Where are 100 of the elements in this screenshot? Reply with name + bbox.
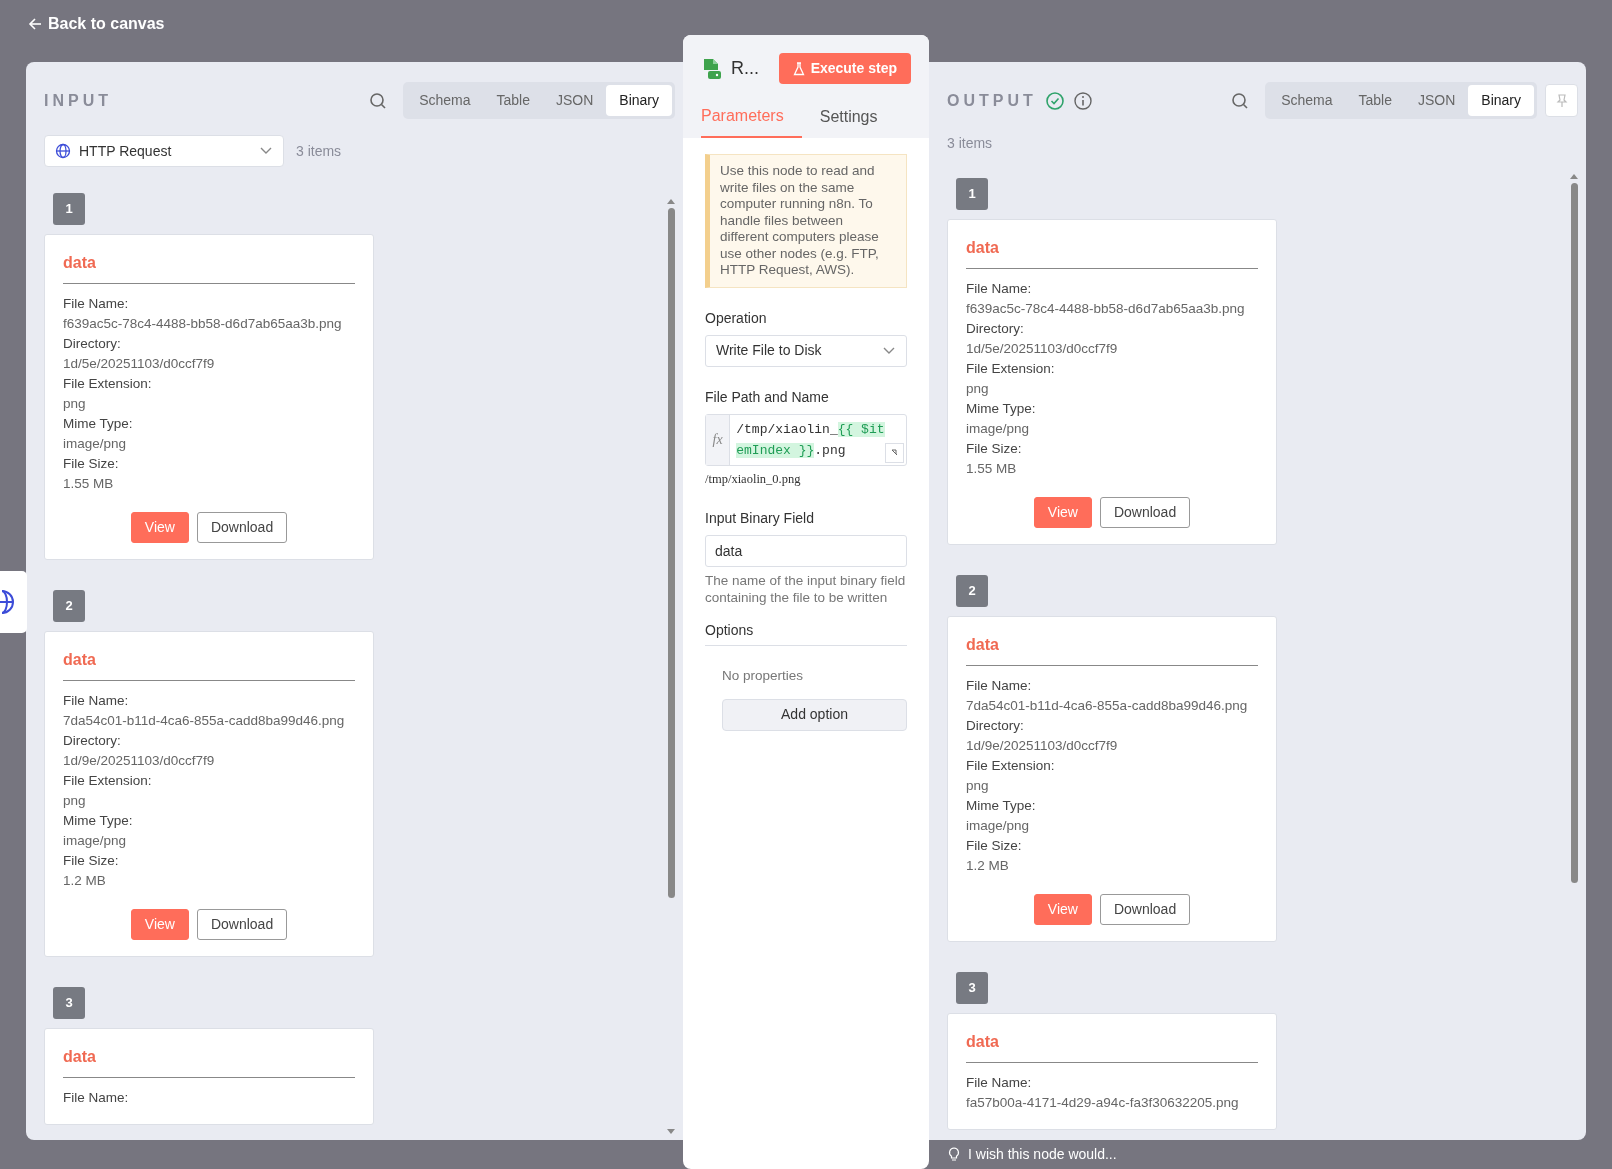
add-option-button[interactable]: Add option bbox=[722, 698, 907, 731]
info-notice: Use this node to read and write files on the same computer running n8n. To handle files between different computers please use other nodes (e.g. FTP, HTTP Request, AWS). bbox=[705, 154, 907, 288]
view-button[interactable]: View bbox=[1033, 497, 1092, 528]
field-label: File Extension: bbox=[966, 757, 1056, 775]
panel-title: INPUT bbox=[44, 90, 112, 111]
item-number-badge: 1 bbox=[53, 193, 85, 225]
view-button[interactable]: View bbox=[130, 909, 189, 940]
field-hint: The name of the input binary field containing the file to be written bbox=[705, 573, 907, 607]
flask-icon bbox=[792, 61, 805, 76]
scroll-down-icon bbox=[667, 1129, 675, 1134]
binary-key: data bbox=[966, 1030, 1258, 1063]
field-label: Mime Type: bbox=[63, 812, 134, 830]
item-number-badge: 3 bbox=[956, 972, 988, 1004]
expand-icon bbox=[889, 447, 900, 458]
back-to-canvas-link[interactable]: Back to canvas bbox=[28, 12, 165, 36]
field-value: 1d/9e/20251103/d0ccf7f9 bbox=[63, 752, 216, 770]
item-number-badge: 2 bbox=[956, 575, 988, 607]
field-label: Mime Type: bbox=[63, 415, 134, 433]
operation-select[interactable]: Write File to Disk bbox=[705, 334, 907, 367]
side-tab[interactable] bbox=[0, 571, 27, 633]
download-button[interactable]: Download bbox=[196, 512, 288, 543]
parameter-label: Options bbox=[705, 620, 907, 647]
view-button[interactable]: View bbox=[1033, 894, 1092, 925]
item-count: 3 items bbox=[296, 141, 342, 161]
view-tab[interactable]: JSON bbox=[1404, 85, 1469, 116]
field-value: fa57b00a-4171-4d29-a94c-fa3f30632205.png bbox=[966, 1094, 1240, 1112]
field-label: File Size: bbox=[966, 837, 1023, 855]
field-label: File Extension: bbox=[63, 375, 153, 393]
lightbulb-icon bbox=[948, 1146, 960, 1163]
binary-key: data bbox=[63, 1045, 355, 1078]
field-label: File Name: bbox=[63, 295, 130, 313]
field-label: File Name: bbox=[966, 677, 1033, 695]
field-value: f639ac5c-78c4-4488-bb58-d6d7ab65aa3b.png bbox=[966, 300, 1246, 318]
field-value: image/png bbox=[63, 832, 128, 850]
field-value: 1d/9e/20251103/d0ccf7f9 bbox=[966, 737, 1119, 755]
settings-tab[interactable]: Parameters bbox=[701, 96, 802, 138]
settings-tab[interactable]: Settings bbox=[801, 96, 896, 138]
scroll-up-icon bbox=[1570, 174, 1578, 179]
search-icon[interactable] bbox=[369, 91, 388, 110]
field-label: File Name: bbox=[63, 692, 130, 710]
field-value: 1.2 MB bbox=[63, 872, 107, 890]
field-label: File Size: bbox=[63, 852, 120, 870]
scroll-up-icon bbox=[667, 199, 675, 204]
field-value: image/png bbox=[966, 420, 1031, 438]
download-button[interactable]: Download bbox=[1099, 894, 1191, 925]
field-label: Mime Type: bbox=[966, 400, 1037, 418]
source-node-select[interactable]: HTTP Request bbox=[44, 135, 284, 167]
field-value: 7da54c01-b11d-4ca6-855a-cadd8ba99d46.png bbox=[966, 697, 1249, 715]
scrollbar-thumb[interactable] bbox=[667, 208, 675, 898]
view-tab[interactable]: Binary bbox=[606, 85, 672, 116]
scrollbar-thumb[interactable] bbox=[1570, 183, 1578, 883]
field-value: 1d/5e/20251103/d0ccf7f9 bbox=[63, 355, 216, 373]
field-label: File Name: bbox=[63, 1089, 130, 1107]
pin-icon bbox=[1554, 93, 1569, 108]
field-label: Directory: bbox=[966, 320, 1025, 338]
field-label: File Size: bbox=[966, 440, 1023, 458]
field-label: File Extension: bbox=[63, 772, 153, 790]
view-tab[interactable]: JSON bbox=[542, 85, 607, 116]
back-arrow-icon bbox=[28, 17, 42, 31]
field-value: png bbox=[63, 395, 87, 413]
parameter-label: File Path and Name bbox=[705, 387, 830, 407]
globe-icon bbox=[55, 143, 71, 159]
field-label: File Name: bbox=[966, 280, 1033, 298]
field-value: png bbox=[966, 380, 990, 398]
binary-field-input[interactable]: data bbox=[705, 535, 907, 568]
binary-key: data bbox=[966, 633, 1258, 666]
view-tab[interactable]: Table bbox=[483, 85, 543, 116]
field-value: image/png bbox=[966, 817, 1031, 835]
field-label: Mime Type: bbox=[966, 797, 1037, 815]
binary-key: data bbox=[966, 236, 1258, 269]
binary-key: data bbox=[63, 648, 355, 681]
parameter-label: Input Binary Field bbox=[705, 509, 815, 529]
field-label: Directory: bbox=[63, 732, 122, 750]
field-value: 1.55 MB bbox=[63, 475, 115, 493]
field-value: png bbox=[966, 777, 990, 795]
item-count: 3 items bbox=[947, 134, 993, 153]
item-number-badge: 1 bbox=[956, 178, 988, 210]
field-value: png bbox=[63, 792, 87, 810]
view-tab[interactable]: Table bbox=[1345, 85, 1405, 116]
field-value: 1.2 MB bbox=[966, 857, 1010, 875]
view-tab[interactable]: Binary bbox=[1468, 85, 1534, 116]
field-value: 1.55 MB bbox=[966, 460, 1018, 478]
field-label: File Name: bbox=[966, 1074, 1033, 1092]
view-button[interactable]: View bbox=[130, 512, 189, 543]
search-icon[interactable] bbox=[1231, 91, 1250, 110]
expand-button[interactable] bbox=[885, 442, 904, 463]
file-storage-icon bbox=[701, 57, 723, 80]
download-button[interactable]: Download bbox=[196, 909, 288, 940]
expression-field[interactable]: fx /tmp/xiaolin_{{ $itemIndex }}.png bbox=[705, 413, 907, 466]
node-title: R... bbox=[731, 57, 760, 80]
download-button[interactable]: Download bbox=[1099, 497, 1191, 528]
field-label: File Extension: bbox=[966, 360, 1056, 378]
globe-icon bbox=[0, 590, 14, 614]
feedback-link[interactable]: I wish this node would... bbox=[968, 1144, 1117, 1165]
field-value: image/png bbox=[63, 435, 128, 453]
field-value: 7da54c01-b11d-4ca6-855a-cadd8ba99d46.png bbox=[63, 712, 346, 730]
field-label: File Size: bbox=[63, 455, 120, 473]
execute-step-button[interactable]: Execute step bbox=[778, 53, 911, 84]
view-tab[interactable]: Schema bbox=[406, 85, 484, 116]
view-tab[interactable]: Schema bbox=[1268, 85, 1346, 116]
